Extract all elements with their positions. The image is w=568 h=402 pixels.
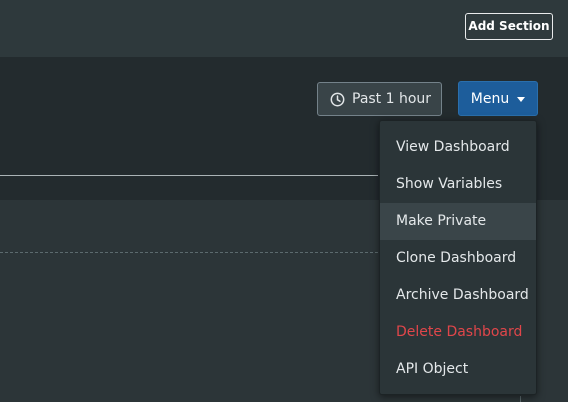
menu-item-clone-dashboard[interactable]: Clone Dashboard (380, 240, 536, 277)
menu-item-view-dashboard[interactable]: View Dashboard (380, 129, 536, 166)
caret-down-icon (517, 96, 526, 102)
time-range-button[interactable]: Past 1 hour (317, 82, 442, 116)
menu-item-make-private[interactable]: Make Private (380, 203, 536, 240)
menu-button-label: Menu (470, 90, 510, 107)
menu-item-delete-dashboard[interactable]: Delete Dashboard (380, 314, 536, 351)
menu-dropdown: View Dashboard Show Variables Make Priva… (379, 120, 537, 395)
header-divider (0, 175, 378, 176)
menu-item-api-object[interactable]: API Object (380, 351, 536, 388)
panel-dashed-divider (0, 252, 378, 253)
add-section-button[interactable]: Add Section (465, 13, 553, 40)
time-range-label: Past 1 hour (352, 91, 432, 107)
menu-button[interactable]: Menu (458, 81, 538, 116)
clock-icon (330, 92, 345, 107)
panel-edge-marker (520, 396, 521, 402)
menu-item-archive-dashboard[interactable]: Archive Dashboard (380, 277, 536, 314)
menu-item-show-variables[interactable]: Show Variables (380, 166, 536, 203)
top-bar: Add Section (0, 0, 568, 57)
